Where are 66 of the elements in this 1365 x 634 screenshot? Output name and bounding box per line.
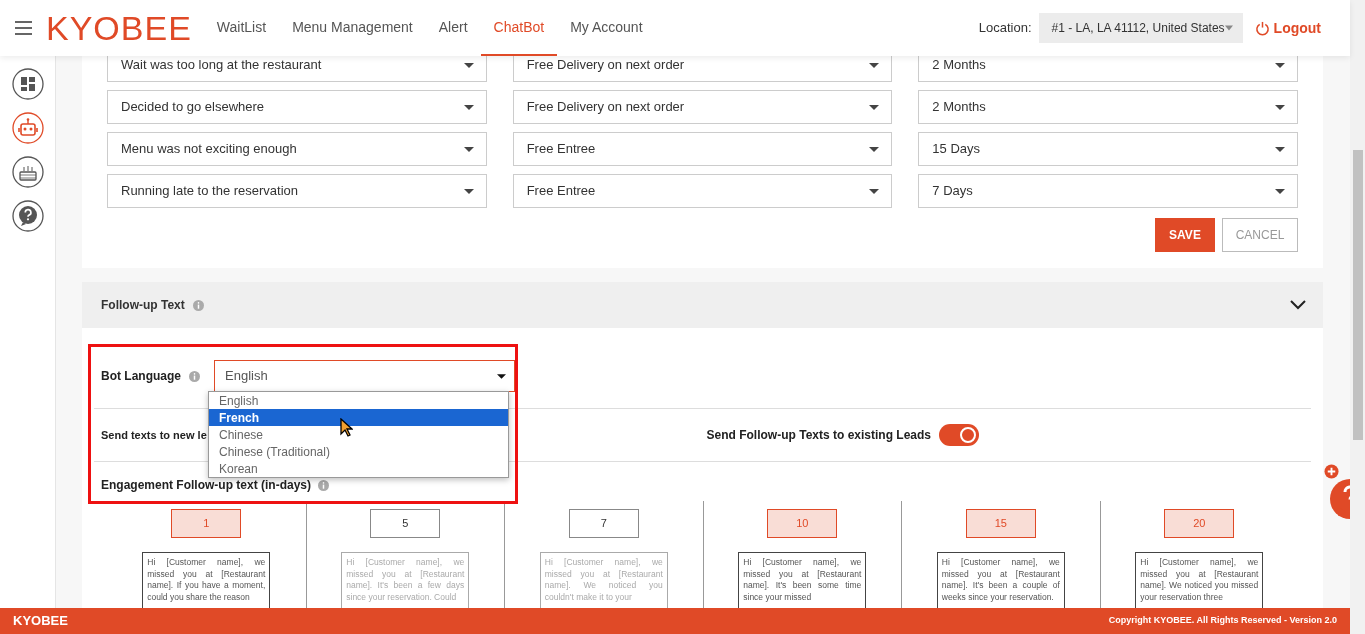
logout-link[interactable]: Logout xyxy=(1254,17,1321,39)
scrollbar[interactable] xyxy=(1350,0,1365,634)
location-select[interactable]: #1 - LA, LA 41112, United States xyxy=(1038,13,1243,43)
caret-icon xyxy=(497,373,506,379)
cursor-icon xyxy=(340,418,353,437)
cake-icon[interactable] xyxy=(11,156,44,188)
caret-icon xyxy=(869,62,880,68)
caret-icon xyxy=(869,146,880,152)
dropdown-option[interactable]: Chinese xyxy=(209,426,508,443)
caret-icon xyxy=(1275,188,1285,194)
nav-tab[interactable]: WaitList xyxy=(203,0,280,56)
offer-select[interactable]: Free Delivery on next order xyxy=(512,56,893,82)
save-button[interactable]: SAVE xyxy=(1155,218,1215,252)
field-label: Send texts to new le xyxy=(101,427,207,443)
caret-icon xyxy=(1275,62,1285,68)
field-label: Engagement Follow-up text (in-days) xyxy=(101,477,311,494)
chat-help-icon[interactable] xyxy=(1327,478,1350,520)
info-icon xyxy=(318,479,329,491)
section-header[interactable]: Follow-up Text xyxy=(82,282,1323,328)
dropdown-option[interactable]: English xyxy=(209,392,508,409)
location-label: Location: xyxy=(978,19,1032,38)
offer-select[interactable]: Free Delivery on next order xyxy=(512,90,893,124)
robot-icon[interactable] xyxy=(11,112,44,144)
nav-tab[interactable]: Menu Management xyxy=(279,0,426,56)
offer-select[interactable]: Free Entree xyxy=(512,174,893,208)
offer-select[interactable]: Free Entree xyxy=(512,132,893,166)
nav-tab[interactable]: My Account xyxy=(557,0,656,56)
reason-select[interactable]: Wait was too long at the restaurant xyxy=(107,56,487,82)
day-button[interactable]: 5 xyxy=(370,509,441,539)
menu-icon[interactable] xyxy=(15,21,32,35)
caret-icon xyxy=(463,188,474,194)
validity-select[interactable]: 15 Days xyxy=(918,132,1298,166)
caret-icon xyxy=(463,62,474,68)
info-icon xyxy=(192,299,204,311)
section-title: Follow-up Text xyxy=(101,297,185,314)
reason-select[interactable]: Decided to go elsewhere xyxy=(107,90,487,124)
dashboard-icon[interactable] xyxy=(11,68,44,100)
reason-select[interactable]: Menu was not exciting enough xyxy=(107,132,487,166)
info-icon xyxy=(189,370,200,382)
caret-icon xyxy=(1224,25,1233,31)
caret-icon xyxy=(463,146,474,152)
dropdown-option[interactable]: Chinese (Traditional) xyxy=(209,443,508,460)
help-icon[interactable] xyxy=(11,200,44,232)
nav-tab[interactable]: Alert xyxy=(425,0,481,56)
dropdown-option[interactable]: French xyxy=(209,409,508,426)
logo: KYOBEE xyxy=(46,11,192,45)
day-button[interactable]: 7 xyxy=(568,509,639,539)
caret-icon xyxy=(869,104,880,110)
chevron-down-icon[interactable] xyxy=(1290,300,1306,310)
toggle-switch[interactable] xyxy=(939,424,979,446)
caret-icon xyxy=(869,188,880,194)
copyright-text: Copyright KYOBEE. All Rights Reserved - Version 2.0 xyxy=(1108,614,1337,628)
footer-brand: KYOBEE xyxy=(13,612,68,631)
field-label: Bot Language xyxy=(101,368,181,385)
caret-icon xyxy=(463,104,474,110)
field-label: Send Follow-up Texts to existing Leads xyxy=(706,427,931,444)
language-select[interactable]: English xyxy=(214,360,515,392)
caret-icon xyxy=(1275,146,1285,152)
reason-select[interactable]: Running late to the reservation xyxy=(107,174,487,208)
validity-select[interactable]: 2 Months xyxy=(918,56,1298,82)
plus-icon[interactable] xyxy=(1324,464,1339,479)
validity-select[interactable]: 7 Days xyxy=(918,174,1298,208)
caret-icon xyxy=(1275,104,1285,110)
validity-select[interactable]: 2 Months xyxy=(918,90,1298,124)
power-icon xyxy=(1254,20,1270,36)
dropdown-option[interactable]: Korean xyxy=(209,460,508,477)
